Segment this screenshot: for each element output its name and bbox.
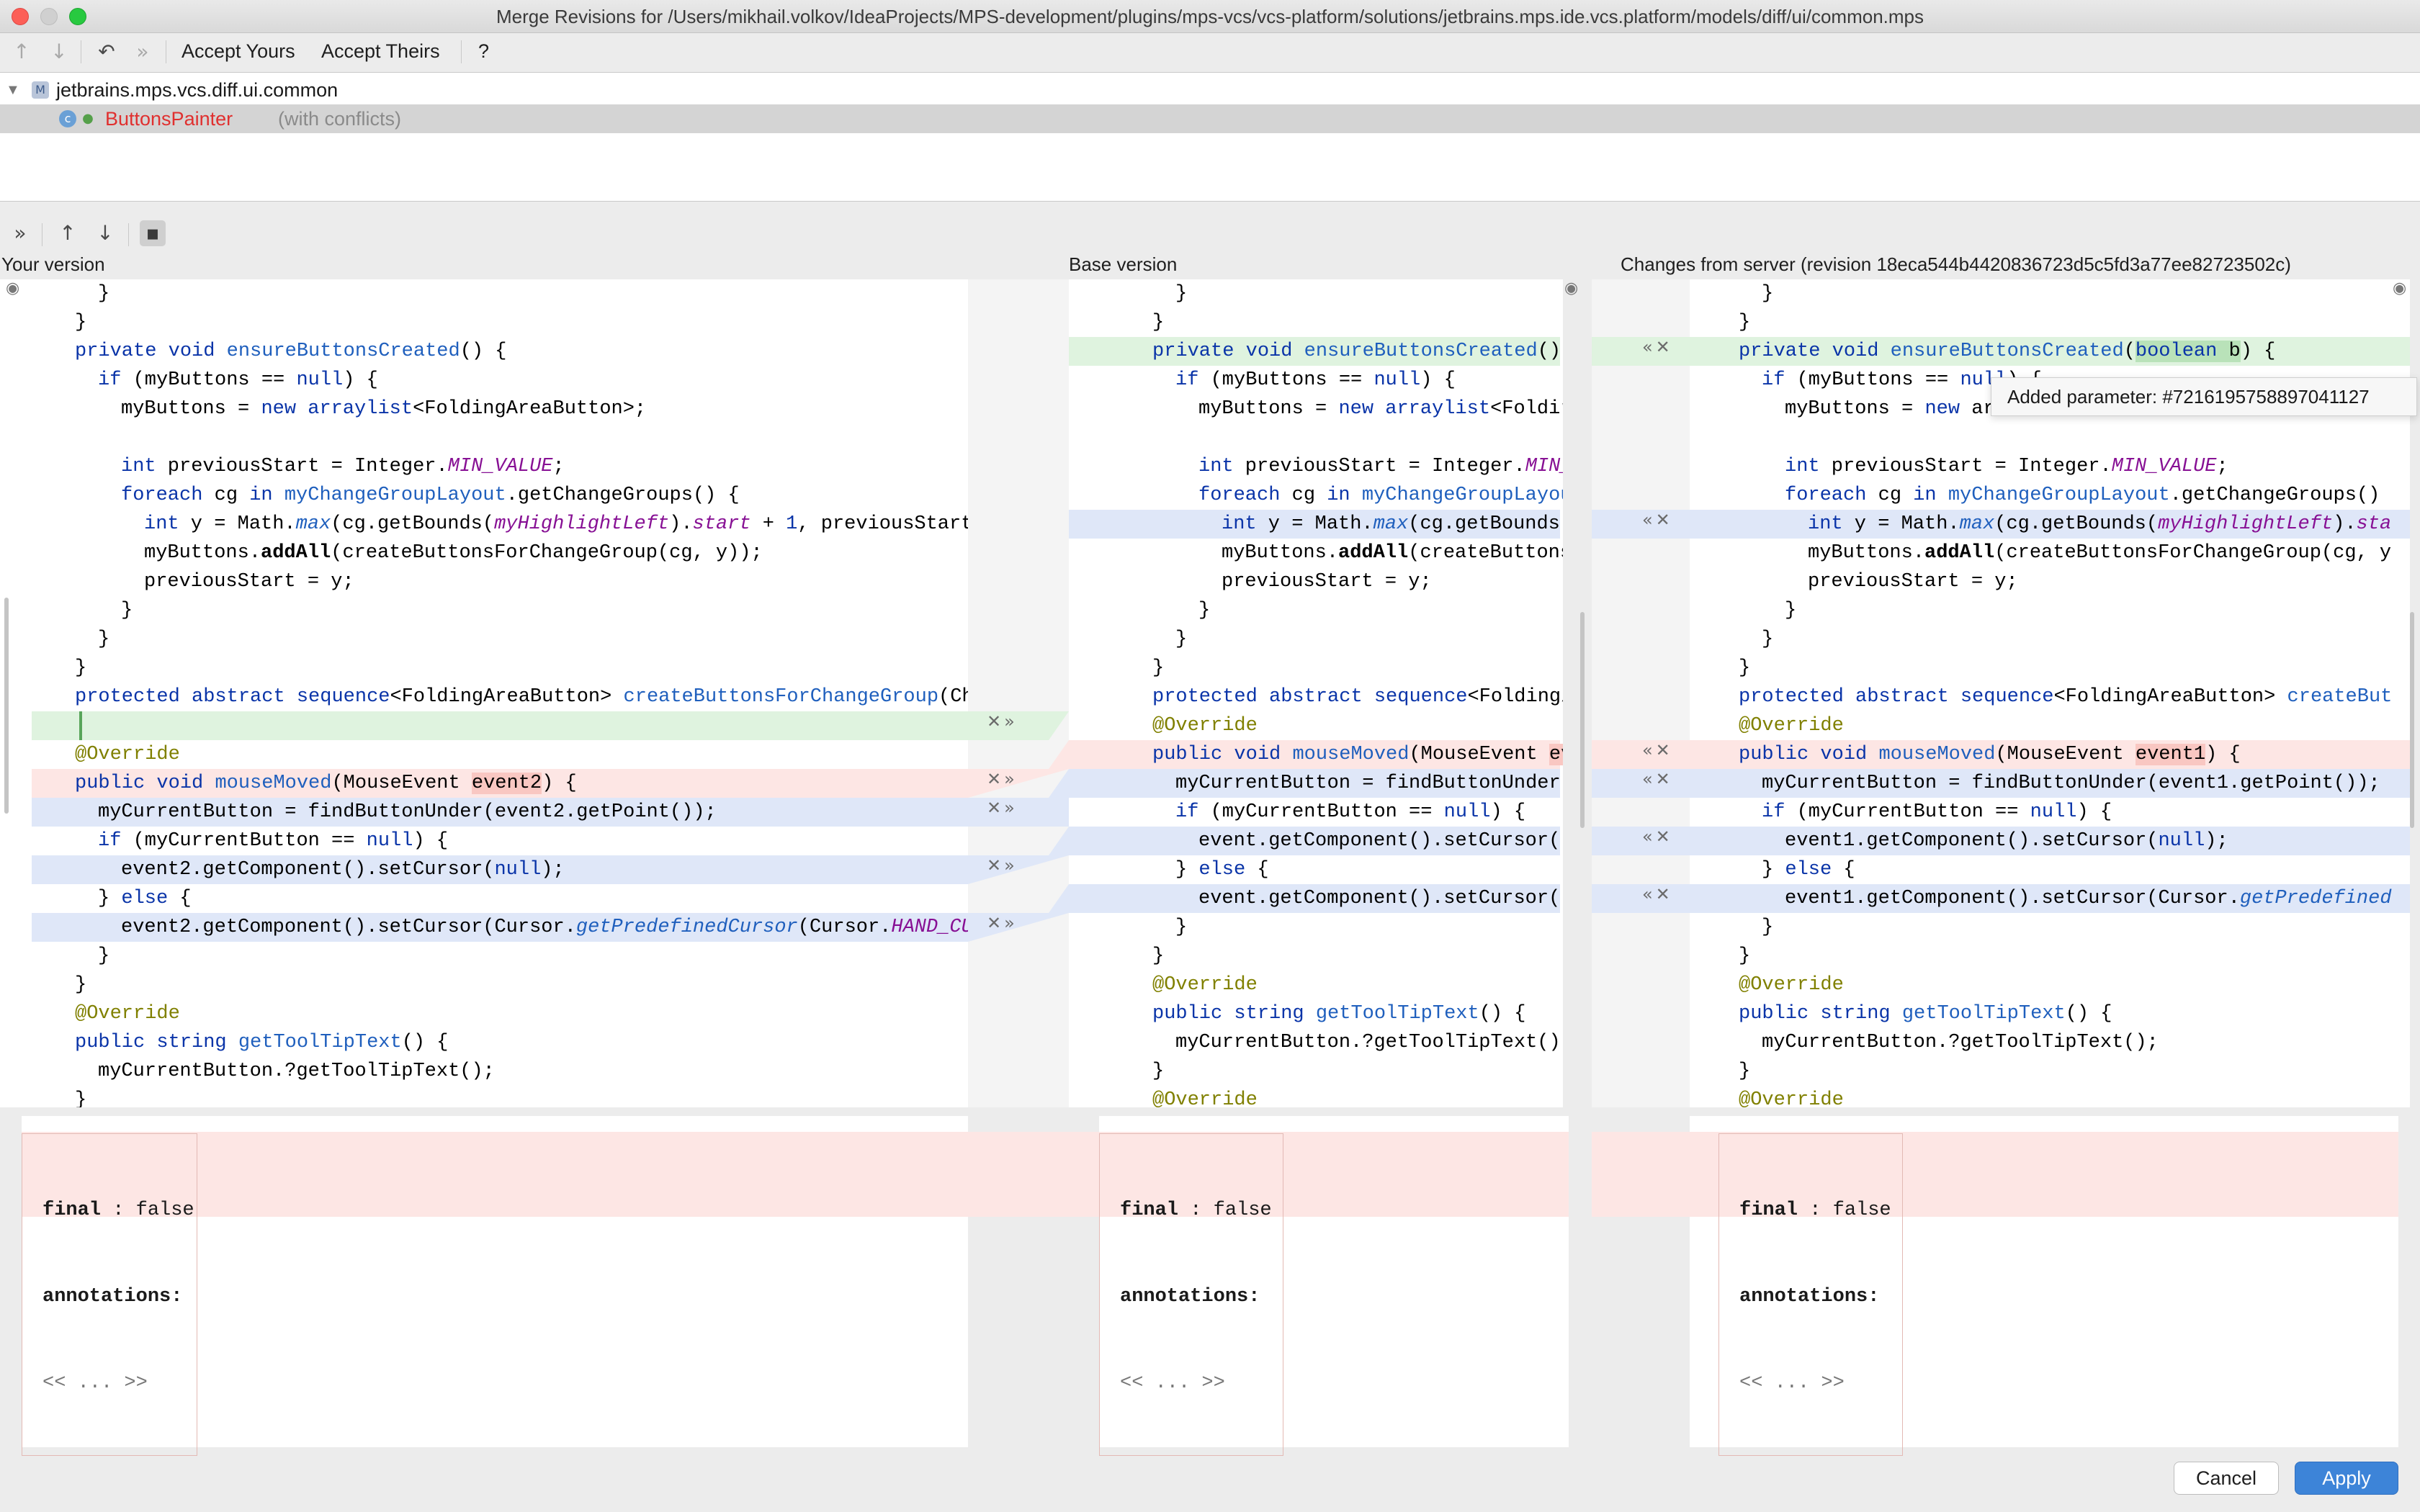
next-conflict-icon[interactable]: ↓ [46,39,72,65]
changes-tree: ▼ M jetbrains.mps.vcs.diff.ui.common c ●… [0,72,2420,202]
class-icon: c [59,110,76,127]
diff-toolbar: » ↑ ↓ ▪ [0,216,2420,252]
server-properties-panel: final : false annotations: << ... >> [1690,1116,2398,1456]
left-scrollbar[interactable] [4,598,9,814]
left-connectors [968,711,1069,942]
left-eye-icon[interactable]: ◉ [6,279,26,300]
your-version-editor[interactable]: } } private void ensureButtonsCreated() … [0,279,968,1107]
right-scrollbar[interactable] [2410,612,2414,828]
base-properties[interactable]: final : false annotations: << ... >> [1099,1133,1283,1456]
your-version-title: Your version [1,253,105,275]
accept-server-change-icon[interactable]: «✕ [1642,827,1673,847]
accept-yours-button[interactable]: Accept Yours [182,40,295,63]
middle-eye-icon[interactable]: ◉ [1564,279,1585,300]
previous-conflict-icon[interactable]: ↑ [9,39,35,65]
title-bar: Merge Revisions for /Users/mikhail.volko… [0,0,2420,33]
merge-toolbar: ↑ ↓ ↶ » Accept Yours Accept Theirs ? [0,33,2420,71]
apply-button[interactable]: Apply [2295,1462,2398,1495]
window-title: Merge Revisions for /Users/mikhail.volko… [496,6,1924,27]
accept-change-icon[interactable]: ✕» [987,798,1018,818]
accept-server-change-icon[interactable]: «✕ [1642,337,1673,357]
accept-change-icon[interactable]: ✕» [987,855,1018,876]
tree-row-module[interactable]: ▼ M jetbrains.mps.vcs.diff.ui.common [0,76,2420,104]
undo-icon[interactable]: ↶ [94,39,120,65]
apply-non-conflicting-changes-icon[interactable]: » [7,220,33,246]
your-properties[interactable]: final : false annotations: << ... >> [22,1133,197,1456]
previous-difference-icon[interactable]: ↑ [55,220,81,246]
accept-server-change-icon[interactable]: «✕ [1642,510,1673,530]
model-icon: M [32,81,49,99]
cancel-button[interactable]: Cancel [2174,1462,2279,1495]
base-properties-panel: final : false annotations: << ... >> [1069,1116,1569,1456]
base-version-title: Base version [1069,253,1178,275]
tree-row-node[interactable]: c ● ButtonsPainter (with conflicts) [0,104,2420,133]
your-properties-panel: final : false annotations: << ... >> [22,1116,968,1456]
server-version-title: Changes from server (revision 18eca544b4… [1621,253,2291,275]
right-connectors [1592,337,1690,913]
accept-server-change-icon[interactable]: «✕ [1642,884,1673,904]
accept-theirs-button[interactable]: Accept Theirs [321,40,440,63]
module-name: jetbrains.mps.vcs.diff.ui.common [56,79,339,101]
node-name: ButtonsPainter [105,108,233,130]
collapse-arrow-icon[interactable]: ▼ [6,76,20,104]
lock-icon: ● [82,111,94,126]
change-tooltip: Added parameter: #7216195758897041127 [1991,377,2417,416]
right-eye-icon[interactable]: ◉ [2393,279,2413,300]
accept-change-icon[interactable]: ✕» [987,913,1018,933]
base-version-editor[interactable]: } } private void ensureButtonsCreated() … [1069,279,1563,1107]
server-properties[interactable]: final : false annotations: << ... >> [1718,1133,1903,1456]
apply-non-conflicting-icon[interactable]: » [130,39,156,65]
node-note: (with conflicts) [278,108,402,130]
accept-server-change-icon[interactable]: «✕ [1642,769,1673,789]
accept-change-icon[interactable]: ✕» [987,769,1018,789]
next-difference-icon[interactable]: ↓ [92,220,118,246]
inspector-toggle-icon[interactable]: ▪ [140,220,166,246]
middle-scrollbar[interactable] [1580,612,1585,828]
accept-change-icon[interactable]: ✕» [987,711,1018,732]
accept-server-change-icon[interactable]: «✕ [1642,740,1673,760]
help-button[interactable]: ? [478,40,489,63]
